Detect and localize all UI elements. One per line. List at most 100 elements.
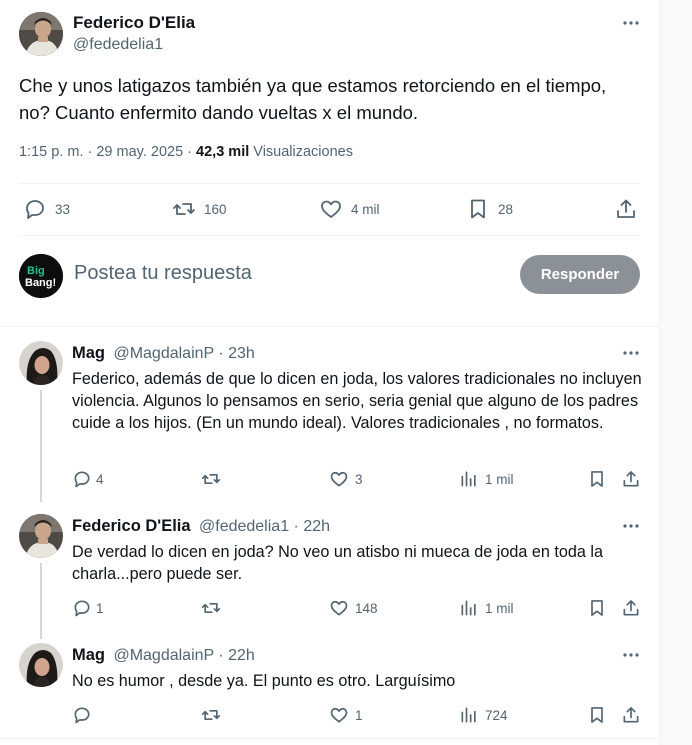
reply-count: 1 (96, 600, 104, 616)
bookmark-icon (587, 598, 607, 618)
share-icon (621, 705, 641, 725)
repost-count: 160 (204, 201, 227, 217)
like-button[interactable]: 3 (329, 469, 363, 489)
repost-icon (201, 598, 221, 618)
reply-icon (23, 197, 47, 221)
analytics-icon (459, 469, 479, 489)
share-icon (614, 197, 638, 221)
repost-button[interactable] (201, 469, 221, 489)
reply-button[interactable]: 4 (72, 469, 104, 489)
views-button[interactable]: 1 mil (459, 469, 514, 489)
more-options-icon[interactable] (622, 646, 640, 664)
heart-icon (329, 705, 349, 725)
reply-author-handle[interactable]: @MagdalainP (113, 345, 213, 362)
repost-icon (201, 705, 221, 725)
like-button[interactable]: 148 (329, 598, 378, 618)
views-count: 1 mil (485, 471, 514, 487)
reply-icon (72, 705, 92, 725)
reply-text: No es humor , desde ya. El punto es otro… (72, 672, 456, 690)
reply-icon (72, 598, 92, 618)
reply-timestamp[interactable]: · 23h (214, 345, 254, 362)
views-count: 1 mil (485, 600, 514, 616)
reply-author-handle[interactable]: @fededelia1 (199, 518, 289, 535)
current-user-avatar[interactable]: Big Bang! (19, 254, 63, 298)
heart-icon (329, 598, 349, 618)
divider (19, 183, 640, 184)
more-options-icon[interactable] (622, 344, 640, 362)
repost-icon (172, 197, 196, 221)
reply-text: De verdad lo dicen en joda? No veo un at… (72, 543, 603, 583)
reply-avatar[interactable] (19, 643, 63, 687)
reply-button[interactable] (72, 705, 96, 725)
author-handle[interactable]: @fededelia1 (73, 36, 195, 54)
reply-author-handle[interactable]: @MagdalainP (113, 647, 213, 664)
like-count: 4 mil (351, 201, 380, 217)
like-button[interactable]: 4 mil (319, 197, 380, 221)
more-options-icon[interactable] (622, 14, 640, 32)
analytics-icon (459, 598, 479, 618)
reply-avatar[interactable] (19, 341, 63, 385)
bookmark-button[interactable] (587, 598, 607, 618)
reply-count: 4 (96, 471, 104, 487)
post-detail-panel: Federico D'Elia @fededelia1 Che y unos l… (0, 0, 660, 745)
share-button[interactable] (621, 705, 641, 725)
reply-button[interactable]: 33 (23, 197, 70, 221)
author-name[interactable]: Federico D'Elia (73, 13, 195, 33)
heart-icon (329, 469, 349, 489)
repost-button[interactable]: 160 (172, 197, 227, 221)
post-timestamp[interactable]: 1:15 p. m. · 29 may. 2025 · (19, 144, 196, 160)
author-info: Federico D'Elia @fededelia1 (73, 13, 195, 54)
thread-line (40, 563, 42, 639)
divider (19, 235, 640, 236)
like-count: 1 (355, 707, 363, 723)
reply-author-name[interactable]: Mag (72, 646, 105, 664)
share-button[interactable] (621, 469, 641, 489)
views-count: 724 (485, 707, 508, 723)
logo-line-1: Big (27, 265, 45, 277)
share-button[interactable] (614, 197, 638, 221)
bookmark-icon (587, 469, 607, 489)
like-count: 3 (355, 471, 363, 487)
like-count: 148 (355, 600, 378, 616)
reply-button[interactable]: 1 (72, 598, 104, 618)
reply-input[interactable]: Postea tu respuesta (74, 262, 252, 285)
analytics-icon (459, 705, 479, 725)
bookmark-count: 28 (498, 201, 514, 217)
reply-submit-button[interactable]: Responder (520, 255, 640, 294)
logo-line-2: Bang! (25, 277, 56, 289)
thread-line (40, 390, 42, 502)
heart-icon (319, 197, 343, 221)
views-button[interactable]: 1 mil (459, 598, 514, 618)
reply-count: 33 (55, 201, 71, 217)
post-meta: 1:15 p. m. · 29 may. 2025 · 42,3 mil Vis… (19, 144, 353, 160)
repost-button[interactable] (201, 598, 221, 618)
reply-icon (72, 469, 92, 489)
bookmark-button[interactable]: 28 (466, 197, 513, 221)
reply-timestamp[interactable]: · 22h (289, 518, 330, 535)
bookmark-button[interactable] (587, 469, 607, 489)
like-button[interactable]: 1 (329, 705, 363, 725)
divider (0, 738, 660, 739)
reply-timestamp[interactable]: · 22h (214, 647, 254, 664)
share-button[interactable] (621, 598, 641, 618)
repost-icon (201, 469, 221, 489)
page-gutter (660, 0, 692, 745)
reply-header: Mag @MagdalainP · 23h (72, 344, 255, 363)
views-button[interactable]: 724 (459, 705, 508, 725)
reply-avatar[interactable] (19, 514, 63, 558)
bookmark-icon (587, 705, 607, 725)
post-text: Che y unos latigazos también ya que esta… (19, 75, 607, 123)
views-count: 42,3 mil (196, 144, 250, 160)
more-options-icon[interactable] (622, 517, 640, 535)
repost-button[interactable] (201, 705, 221, 725)
reply-header: Mag @MagdalainP · 22h (72, 646, 255, 665)
reply-text: Federico, además de que lo dicen en joda… (72, 370, 642, 432)
bookmark-icon (466, 197, 490, 221)
reply-author-name[interactable]: Mag (72, 344, 105, 362)
reply-author-name[interactable]: Federico D'Elia (72, 517, 191, 535)
divider (0, 326, 660, 327)
views-label: Visualizaciones (249, 144, 353, 160)
author-avatar[interactable] (19, 12, 63, 56)
bookmark-button[interactable] (587, 705, 607, 725)
share-icon (621, 469, 641, 489)
